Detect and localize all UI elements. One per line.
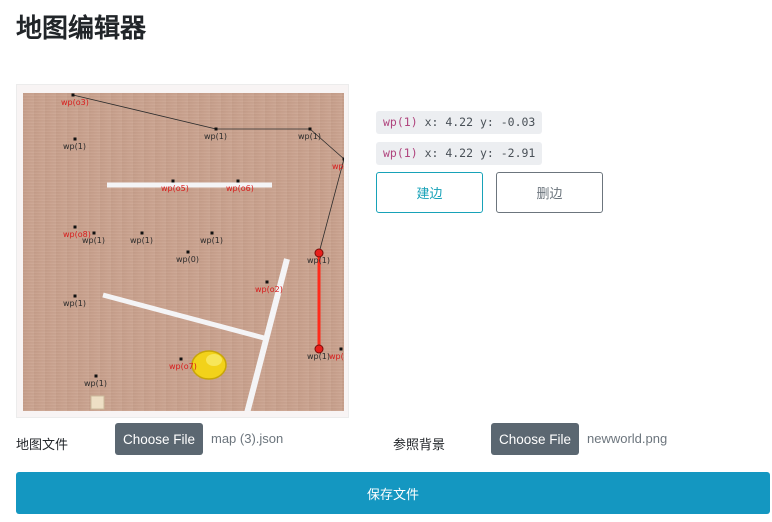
- background-file-choose-button[interactable]: Choose File: [491, 423, 580, 455]
- delete-edge-button[interactable]: 删边: [496, 172, 603, 213]
- waypoint-marker[interactable]: [92, 231, 96, 235]
- page-title: 地图编辑器: [16, 14, 147, 44]
- waypoint-label: wp(o5): [161, 184, 189, 193]
- waypoint-label: wp(o7): [169, 362, 197, 371]
- waypoint-coords: x: 4.22 y: -0.03: [424, 115, 536, 129]
- map-viewport[interactable]: wp(o3) wp(1) wp(1) wp(1) wp(o1) wp(o5) wp(o6) w…: [16, 84, 349, 418]
- waypoint-marker[interactable]: [214, 127, 218, 131]
- waypoint-label: wp(1): [204, 132, 227, 141]
- waypoint-label: wp(1): [84, 379, 107, 388]
- waypoint-marker[interactable]: [210, 231, 214, 235]
- map-canvas[interactable]: wp(o3) wp(1) wp(1) wp(1) wp(o1) wp(o5) wp(o6) w…: [23, 93, 344, 411]
- waypoint-marker[interactable]: [236, 179, 240, 183]
- waypoint-label: wp(o1): [332, 162, 344, 171]
- waypoint-marker[interactable]: [71, 93, 75, 97]
- save-file-button[interactable]: 保存文件: [16, 472, 770, 514]
- path-edge[interactable]: [72, 94, 217, 130]
- waypoint-label: wp(0): [176, 255, 199, 264]
- background-file-label: 参照背景: [393, 438, 446, 453]
- waypoint-label: wp(o6): [226, 184, 254, 193]
- waypoint-marker[interactable]: [73, 137, 77, 141]
- waypoint-marker[interactable]: [308, 127, 312, 131]
- waypoint-label: wp(1): [63, 299, 86, 308]
- waypoint-label: wp(1): [63, 142, 86, 151]
- waypoint-label: wp(o3): [61, 98, 89, 107]
- robot-icon[interactable]: [191, 350, 227, 380]
- map-file-choose-button[interactable]: Choose File: [115, 423, 204, 455]
- dock-icon: [90, 395, 105, 410]
- selected-waypoint-coords: wp(1) x: 4.22 y: -0.03: [376, 111, 543, 134]
- waypoint-marker[interactable]: [94, 374, 98, 378]
- waypoint-id: wp(1): [383, 146, 418, 160]
- waypoint-label: wp(o4): [329, 352, 344, 361]
- waypoint-label: wp(1): [82, 236, 105, 245]
- path-edge[interactable]: [318, 158, 344, 254]
- waypoint-marker[interactable]: [265, 280, 269, 284]
- background-file-name: newworld.png: [587, 431, 668, 446]
- waypoint-marker[interactable]: [179, 357, 183, 361]
- waypoint-label: wp(1): [307, 352, 330, 361]
- waypoint-label: wp(1): [200, 236, 223, 245]
- waypoint-marker[interactable]: [73, 294, 77, 298]
- waypoint-marker[interactable]: [339, 347, 343, 351]
- map-drawing[interactable]: wp(o3) wp(1) wp(1) wp(1) wp(o1) wp(o5) wp(o6) w…: [23, 93, 344, 411]
- waypoint-marker[interactable]: [171, 179, 175, 183]
- wall: [102, 292, 265, 341]
- waypoint-label: wp(1): [298, 132, 321, 141]
- waypoint-coords: x: 4.22 y: -2.91: [424, 146, 536, 160]
- waypoint-marker[interactable]: [186, 250, 190, 254]
- waypoint-marker[interactable]: [73, 225, 77, 229]
- selected-waypoint-coords: wp(1) x: 4.22 y: -2.91: [376, 142, 543, 165]
- build-edge-button[interactable]: 建边: [376, 172, 483, 213]
- waypoint-marker[interactable]: [140, 231, 144, 235]
- waypoint-id: wp(1): [383, 115, 418, 129]
- waypoint-label: wp(1): [307, 256, 330, 265]
- waypoint-marker[interactable]: [342, 157, 345, 161]
- map-file-name: map (3).json: [211, 431, 284, 446]
- waypoint-label: wp(1): [130, 236, 153, 245]
- map-file-label: 地图文件: [16, 438, 69, 453]
- waypoint-label: wp(o2): [255, 285, 283, 294]
